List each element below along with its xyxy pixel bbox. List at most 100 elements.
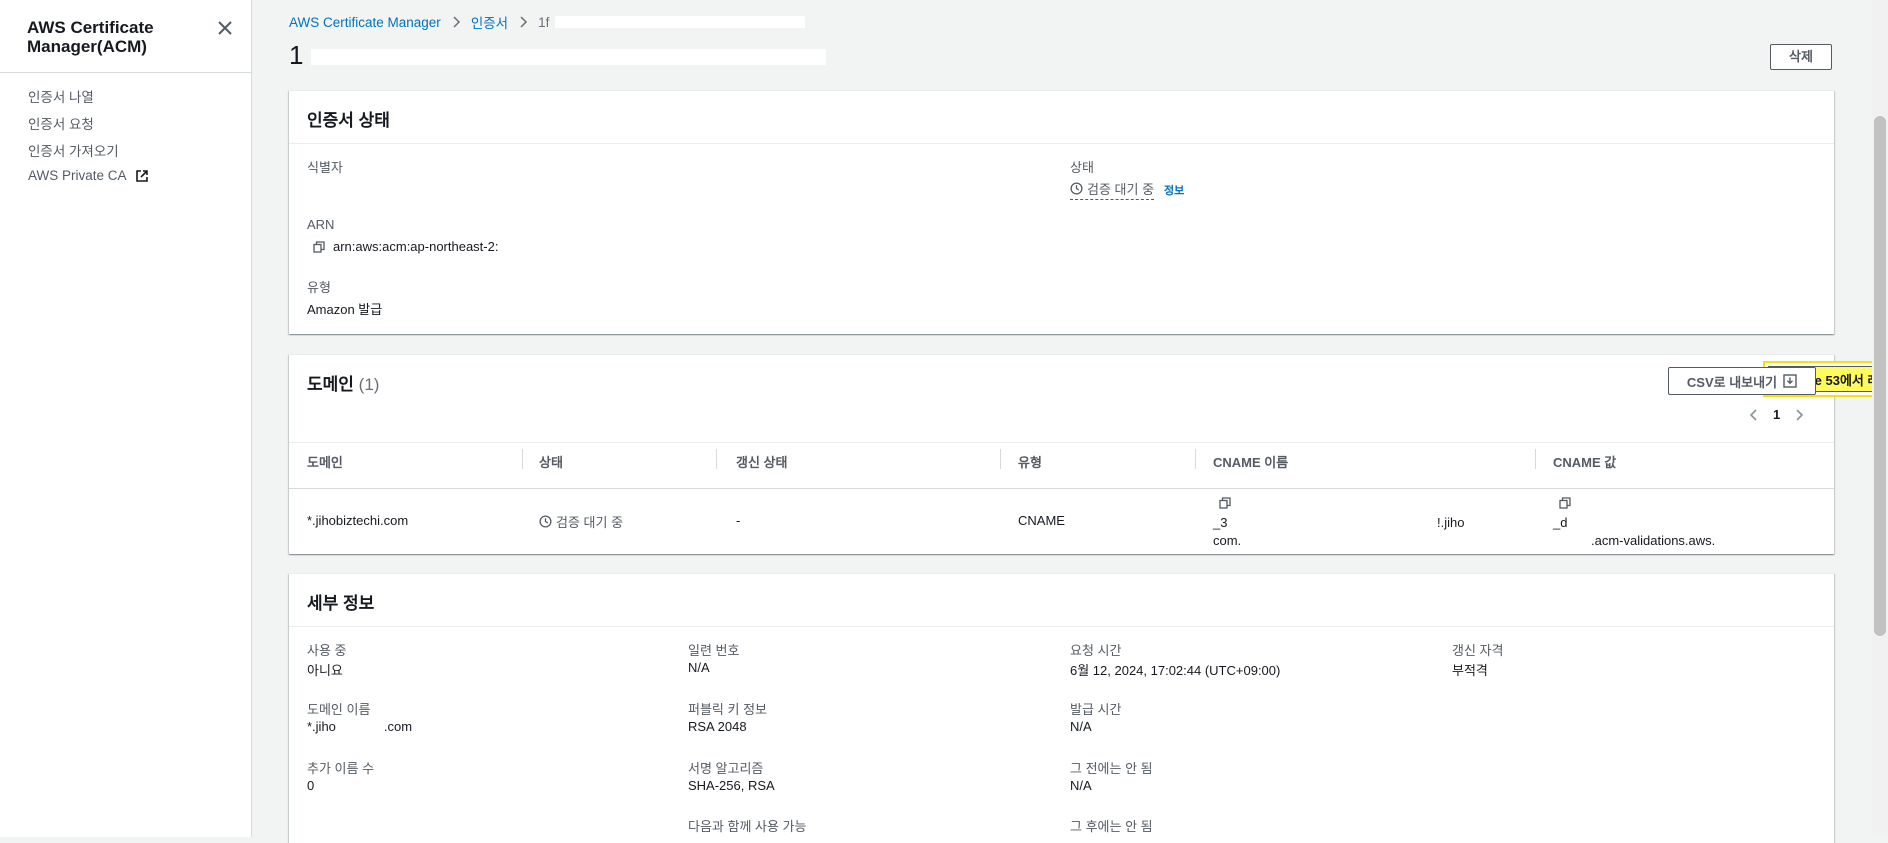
sidebar-item-request-cert[interactable]: 인증서 요청 [28,113,94,133]
signature-algorithm-label: 서명 알고리즘 [688,761,764,776]
copy-icon[interactable] [1559,497,1571,509]
chevron-left-icon[interactable] [1749,408,1759,422]
status-cell-text: 검증 대기 중 [556,515,624,530]
domain-count: (1) [358,375,380,394]
column-separator [1195,449,1196,469]
external-link-icon [135,169,148,182]
page-title-text: 1 [289,40,304,70]
column-header-renewal[interactable]: 갱신 상태 [736,452,787,471]
column-separator [1000,449,1001,469]
redacted-region [555,16,806,28]
sidebar-item-label: 인증서 가져오기 [28,144,119,159]
renewal-eligibility-value: 부적격 [1452,663,1488,678]
column-header-type[interactable]: 유형 [1018,452,1042,471]
arn-value: arn:aws:acm:ap-northeast-2: [333,239,499,254]
panel-title: 인증서 상태 [307,111,390,130]
sidebar-item-import-cert[interactable]: 인증서 가져오기 [28,140,119,160]
table-header-border [289,488,1834,489]
domain-cell: *.jihobiztechi.com [307,513,409,528]
arn-label: ARN [307,217,335,232]
breadcrumb-current: 1f [538,14,550,30]
serial-number-value: N/A [688,660,710,675]
clock-icon [1070,182,1083,195]
column-separator [1535,449,1536,469]
panel-title-text: 도메인 [307,375,354,394]
sidebar-title: AWS Certificate Manager(ACM) [27,18,154,56]
sidebar-item-label: 인증서 요청 [28,117,94,132]
sidebar-divider [0,72,252,73]
domain-name-label: 도메인 이름 [307,702,371,717]
renewal-cell: - [736,513,741,528]
sidebar-item-label: AWS Private CA [28,168,127,183]
chevron-right-icon [520,16,528,28]
pagination: 1 [1749,407,1804,422]
breadcrumb-acm-link[interactable]: AWS Certificate Manager [289,15,441,30]
page-title: 1 [289,40,826,71]
issued-at-value: N/A [1070,719,1092,734]
not-after-label: 그 후에는 안 됨 [1070,819,1153,834]
page-number[interactable]: 1 [1773,407,1780,422]
copy-icon[interactable] [1219,497,1231,509]
public-key-label: 퍼블릭 키 정보 [688,702,767,717]
chevron-right-icon[interactable] [1794,408,1804,422]
panel-title: 도메인 (1) [307,370,379,395]
domain-name-text: *.jiho [307,719,336,734]
delete-button[interactable]: 삭제 [1770,44,1832,70]
requested-at-value: 6월 12, 2024, 17:02:44 (UTC+09:00) [1070,663,1281,678]
status-label: 상태 [1070,160,1094,175]
close-icon[interactable] [216,19,234,37]
domains-panel: 도메인 (1) Route 53에서 레코드 생성 CSV로 내보내기 1 도메… [289,354,1888,554]
column-separator [716,449,717,469]
renewal-eligibility-label: 갱신 자격 [1452,643,1504,658]
requested-at-label: 요청 시간 [1070,643,1122,658]
arn-row: arn:aws:acm:ap-northeast-2: [313,239,498,254]
cname-name-part: com. [1213,533,1242,548]
status-value: 검증 대기 중 정보 [1070,179,1184,200]
cname-value-part: .acm-validations.aws. [1591,533,1716,548]
eligible-with-label: 다음과 함께 사용 가능 [688,819,807,834]
breadcrumb: AWS Certificate Manager 인증서 1f [289,12,806,32]
public-key-value: RSA 2048 [688,719,747,734]
clock-icon [539,515,552,528]
sidebar-item-label: 인증서 나열 [28,90,94,105]
type-cell: CNAME [1018,513,1065,528]
signature-algorithm-value: SHA-256, RSA [688,778,775,793]
additional-names-label: 추가 이름 수 [307,761,375,776]
scrollbar-thumb[interactable] [1874,116,1886,636]
column-header-cname-name[interactable]: CNAME 이름 [1213,452,1288,471]
table-top-border [289,442,1834,443]
panel-title: 세부 정보 [307,594,375,613]
certificate-status-panel: 인증서 상태 식별자 ARN arn:aws:acm:ap-northeast-… [289,90,1834,334]
column-header-domain[interactable]: 도메인 [307,452,343,471]
redacted-region [310,49,826,66]
divider [289,143,1834,144]
copy-icon[interactable] [313,240,325,253]
sidebar-item-list-certs[interactable]: 인증서 나열 [28,86,94,106]
not-before-label: 그 전에는 안 됨 [1070,761,1153,776]
breadcrumb-certs-link[interactable]: 인증서 [471,12,508,32]
status-cell: 검증 대기 중 [539,512,623,531]
export-csv-label: CSV로 내보내기 [1686,374,1778,390]
cname-name-part: !.jiho [1437,515,1465,530]
type-value: Amazon 발급 [307,302,383,317]
serial-number-label: 일련 번호 [688,643,740,658]
domain-name-suffix: .com [383,719,413,734]
column-header-cname-value[interactable]: CNAME 값 [1553,452,1616,471]
additional-names-value: 0 [307,778,315,793]
identifier-label: 식별자 [307,160,343,175]
column-separator [522,449,523,469]
details-panel: 세부 정보 사용 중 아니요 일련 번호 N/A 요청 시간 6월 12, 20… [289,573,1834,843]
issued-at-label: 발급 시간 [1070,702,1122,717]
identifier-value [307,177,567,187]
not-before-value: N/A [1070,778,1092,793]
sidebar-item-private-ca[interactable]: AWS Private CA [28,168,149,183]
cname-name-part: _3 [1213,515,1228,530]
info-link[interactable]: 정보 [1164,182,1184,198]
in-use-value: 아니요 [307,663,343,678]
column-header-status[interactable]: 상태 [539,452,563,471]
sidebar: AWS Certificate Manager(ACM) 인증서 나열 인증서 … [0,0,252,837]
export-csv-button[interactable]: CSV로 내보내기 [1668,367,1816,395]
status-text: 검증 대기 중 [1087,182,1155,197]
cname-value-part: _d [1553,515,1568,530]
status-pending[interactable]: 검증 대기 중 [1070,179,1155,200]
